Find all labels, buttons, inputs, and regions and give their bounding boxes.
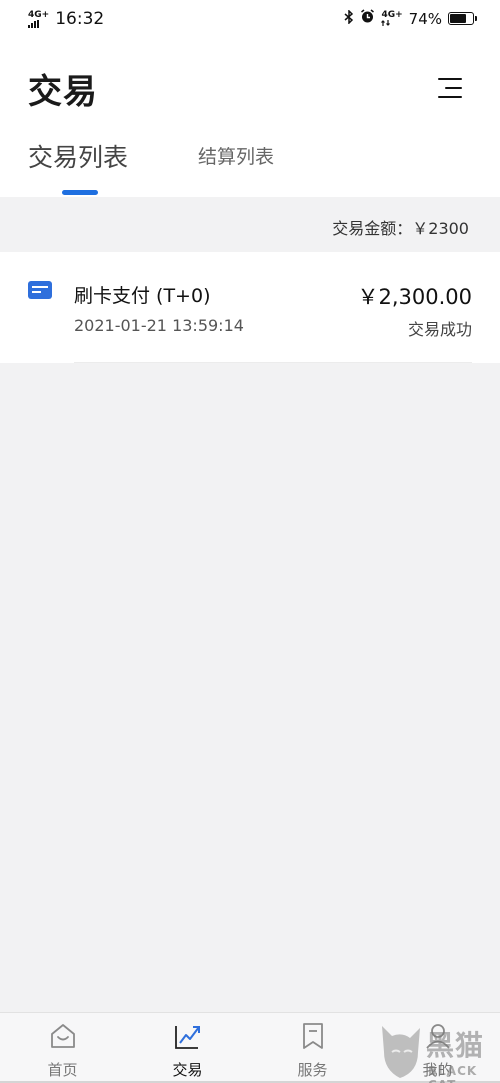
status-right: 4G+ 74% <box>344 8 477 28</box>
chart-trend-icon <box>174 1026 200 1049</box>
nav-label-home: 首页 <box>47 1061 78 1079</box>
tab-transaction-list[interactable]: 交易列表 <box>28 138 128 174</box>
transaction-item[interactable]: 刷卡支付 (T+0) 2021-01-21 13:59:14 ￥2,300.00… <box>0 252 500 363</box>
battery-icon <box>448 12 477 25</box>
status-time: 16:32 <box>55 9 105 29</box>
bookmark-icon <box>302 1023 323 1049</box>
status-bar: 4G+ 16:32 4G+ 74% <box>0 0 500 40</box>
data-arrows-icon <box>381 20 391 26</box>
page-title: 交易 <box>28 72 98 112</box>
menu-icon[interactable] <box>436 76 462 100</box>
nav-item-transactions[interactable]: 交易 <box>125 1013 250 1083</box>
bluetooth-icon <box>344 8 354 28</box>
alarm-icon <box>360 9 375 28</box>
home-icon <box>50 1024 75 1048</box>
battery-fill <box>450 14 466 23</box>
summary-bar: 交易金额：￥2300 <box>0 197 500 252</box>
transaction-title: 刷卡支付 (T+0) <box>74 285 211 307</box>
network-type-right: 4G+ <box>381 10 403 26</box>
divider <box>74 362 472 363</box>
transaction-status: 交易成功 <box>407 320 472 339</box>
nav-item-home[interactable]: 首页 <box>0 1013 125 1083</box>
network-type-right-label: 4G+ <box>381 10 403 20</box>
bottom-nav: 首页 交易 服务 我的 <box>0 1012 500 1083</box>
nav-label-profile: 我的 <box>422 1061 453 1079</box>
nav-item-services[interactable]: 服务 <box>250 1013 375 1083</box>
transaction-amount: ￥2,300.00 <box>357 285 472 309</box>
network-type: 4G+ <box>28 9 50 20</box>
nav-item-profile[interactable]: 我的 <box>375 1013 500 1083</box>
tab-settlement-list[interactable]: 结算列表 <box>198 142 274 169</box>
card-icon <box>28 281 52 299</box>
battery-percent: 74% <box>408 9 442 28</box>
network-indicator: 4G+ <box>28 9 50 28</box>
status-left: 4G+ 16:32 <box>28 9 104 29</box>
active-tab-indicator <box>62 190 98 195</box>
user-icon <box>425 1024 450 1049</box>
transaction-time: 2021-01-21 13:59:14 <box>74 316 244 335</box>
nav-label-transactions: 交易 <box>172 1061 203 1079</box>
nav-label-services: 服务 <box>297 1061 328 1079</box>
transaction-total: 交易金额：￥2300 <box>332 219 469 238</box>
signal-icon <box>28 19 39 28</box>
